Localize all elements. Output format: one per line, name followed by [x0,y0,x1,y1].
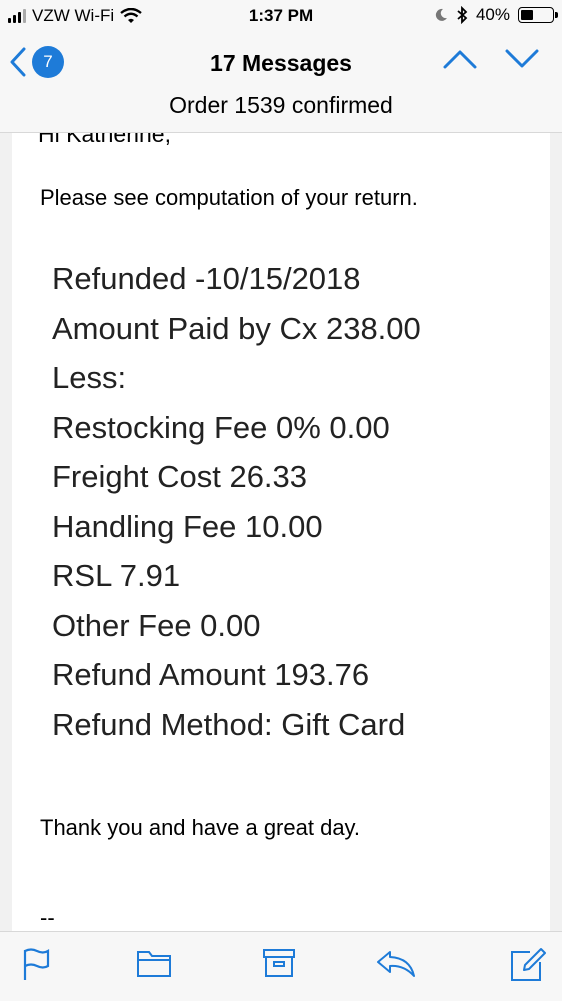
folder-icon [137,951,171,977]
status-bar: VZW Wi-Fi 1:37 PM 40% [0,0,562,32]
next-message-button[interactable] [504,48,540,75]
email-content-area[interactable]: Hi Katherine, Please see computation of … [0,133,562,931]
signature-separator: -- [40,905,55,930]
do-not-disturb-moon-icon [435,8,447,21]
battery-level-fill [521,10,533,20]
greeting-line: Hi Katherine, [38,133,171,147]
closing-text: Thank you and have a great day. [40,815,361,840]
previous-message-button[interactable] [442,48,478,75]
reply-icon [377,951,415,977]
battery-percent: 40% [475,5,510,24]
chevron-down-icon [505,49,539,68]
reply-button[interactable] [376,946,416,985]
compose-button[interactable] [508,946,546,987]
refund-line: Other Fee 0.00 [52,607,261,643]
intro-text: Please see computation of your return. [40,185,418,210]
bottom-toolbar [0,931,562,1001]
refund-line: Refund Amount 193.76 [52,657,370,692]
flag-button[interactable] [22,946,50,987]
message-nav-header: 7 17 Messages Order 1539 confirmed [0,32,562,133]
refund-line: Freight Cost 26.33 [52,459,308,494]
email-body: Hi Katherine, Please see computation of … [12,133,550,931]
chevron-up-icon [443,50,477,69]
archive-icon [263,949,295,977]
refund-line: Less: [52,360,127,395]
refund-line: RSL 7.91 [52,558,181,593]
flag-icon [23,948,50,980]
refund-computation: Refunded -10/15/2018 Amount Paid by Cx 2… [52,261,421,756]
status-right: 40% [434,5,558,25]
archive-button[interactable] [262,946,296,983]
refund-line: Handling Fee 10.00 [52,508,323,544]
refund-line: Refund Method: Gift Card [52,706,406,742]
refund-line: Restocking Fee 0% 0.00 [52,409,390,445]
refund-line: Amount Paid by Cx 238.00 [52,310,421,346]
move-to-folder-button[interactable] [136,946,172,983]
battery-icon [518,7,558,23]
message-subject: Order 1539 confirmed [169,92,393,118]
compose-icon [511,948,546,981]
refund-line: Refunded -10/15/2018 [52,261,361,296]
bluetooth-icon [457,6,468,24]
